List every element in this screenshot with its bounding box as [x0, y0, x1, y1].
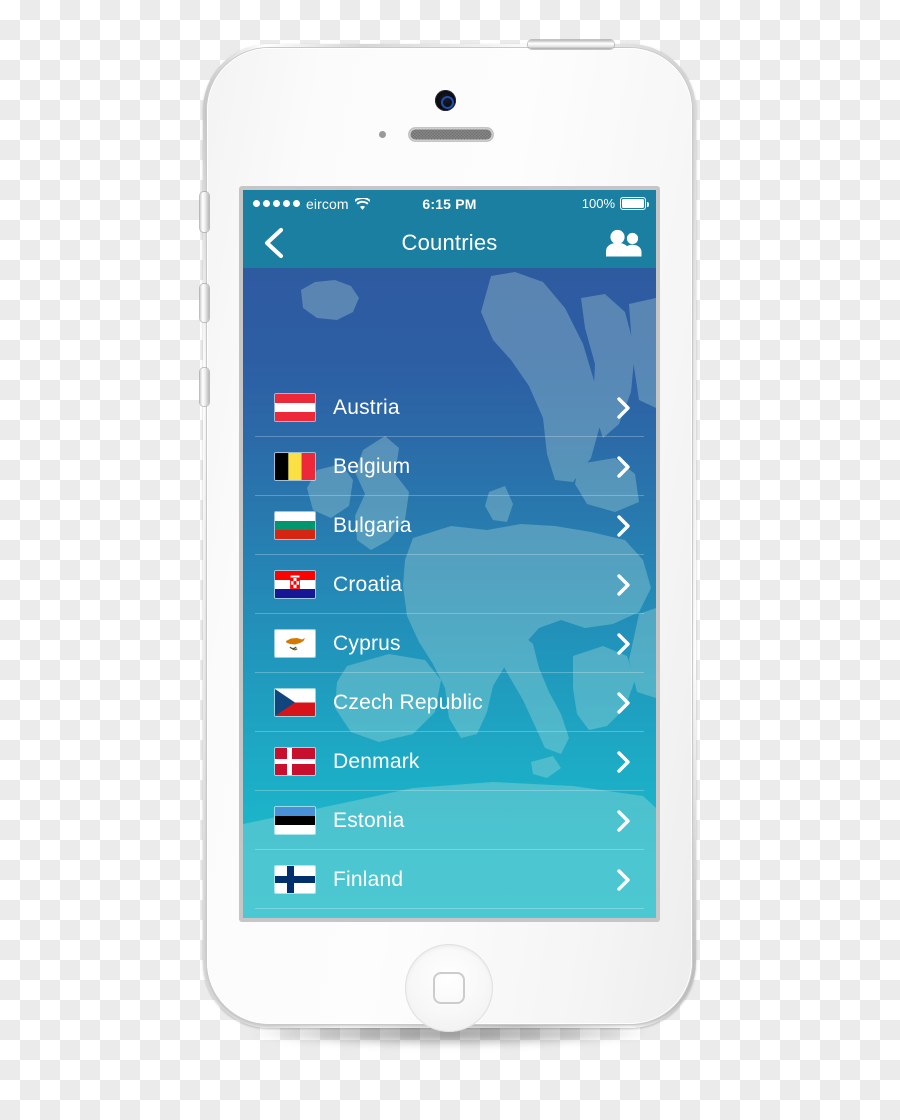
- country-row-estonia[interactable]: Estonia: [243, 791, 656, 850]
- proximity-sensor: [379, 131, 386, 138]
- status-bar-right: 100%: [581, 196, 649, 211]
- country-label: Finland: [333, 867, 404, 891]
- mute-switch-button[interactable]: [200, 192, 209, 232]
- home-button[interactable]: [405, 944, 493, 1032]
- country-row-finland[interactable]: Finland: [243, 850, 656, 909]
- flag-bulgaria-icon: [275, 512, 315, 539]
- chevron-right-icon: [616, 514, 632, 538]
- flag-denmark-icon: [275, 748, 315, 775]
- status-bar: eircom 6:15 PM 100%: [243, 190, 656, 217]
- country-label: Belgium: [333, 454, 411, 478]
- navigation-bar: Countries: [243, 217, 656, 268]
- chevron-right-icon: [616, 809, 632, 833]
- chevron-right-icon: [616, 455, 632, 479]
- country-row-croatia[interactable]: Croatia: [243, 555, 656, 614]
- flag-cyprus-icon: [275, 630, 315, 657]
- flag-austria-icon: [275, 394, 315, 421]
- chevron-right-icon: [616, 691, 632, 715]
- earpiece-speaker: [409, 128, 493, 141]
- chevron-right-icon: [616, 573, 632, 597]
- country-label: Estonia: [333, 808, 405, 832]
- flag-belgium-icon: [275, 453, 315, 480]
- chevron-right-icon: [616, 750, 632, 774]
- power-button[interactable]: [528, 40, 614, 49]
- country-label: Cyprus: [333, 631, 401, 655]
- battery-icon: [620, 197, 649, 210]
- people-icon[interactable]: [604, 229, 644, 257]
- chevron-right-icon: [616, 632, 632, 656]
- flag-czech-republic-icon: [275, 689, 315, 716]
- country-label: Austria: [333, 395, 400, 419]
- country-row-denmark[interactable]: Denmark: [243, 732, 656, 791]
- country-row-bulgaria[interactable]: Bulgaria: [243, 496, 656, 555]
- page-title: Countries: [401, 230, 498, 255]
- flag-finland-icon: [275, 866, 315, 893]
- country-list: Austria Belgium Bulgaria Croatia Cyprus …: [243, 268, 656, 918]
- chevron-right-icon: [616, 868, 632, 892]
- battery-fill: [622, 199, 644, 208]
- content-area: Austria Belgium Bulgaria Croatia Cyprus …: [243, 268, 656, 918]
- list-top-spacer: [243, 268, 656, 378]
- country-label: Denmark: [333, 749, 420, 773]
- country-label: Croatia: [333, 572, 403, 596]
- country-row-austria[interactable]: Austria: [243, 378, 656, 437]
- country-row-czech-republic[interactable]: Czech Republic: [243, 673, 656, 732]
- country-label: Czech Republic: [333, 690, 483, 714]
- phone-screen: eircom 6:15 PM 100% Countries Austria Be…: [243, 190, 656, 918]
- chevron-right-icon: [616, 396, 632, 420]
- volume-down-button[interactable]: [200, 368, 209, 406]
- country-row-belgium[interactable]: Belgium: [243, 437, 656, 496]
- front-camera: [435, 90, 456, 111]
- battery-percent-label: 100%: [581, 196, 615, 211]
- phone-mockup: eircom 6:15 PM 100% Countries Austria Be…: [0, 0, 900, 1120]
- list-bottom-spacer: [243, 909, 656, 918]
- country-row-cyprus[interactable]: Cyprus: [243, 614, 656, 673]
- flag-estonia-icon: [275, 807, 315, 834]
- flag-croatia-icon: [275, 571, 315, 598]
- volume-up-button[interactable]: [200, 284, 209, 322]
- country-label: Bulgaria: [333, 513, 412, 537]
